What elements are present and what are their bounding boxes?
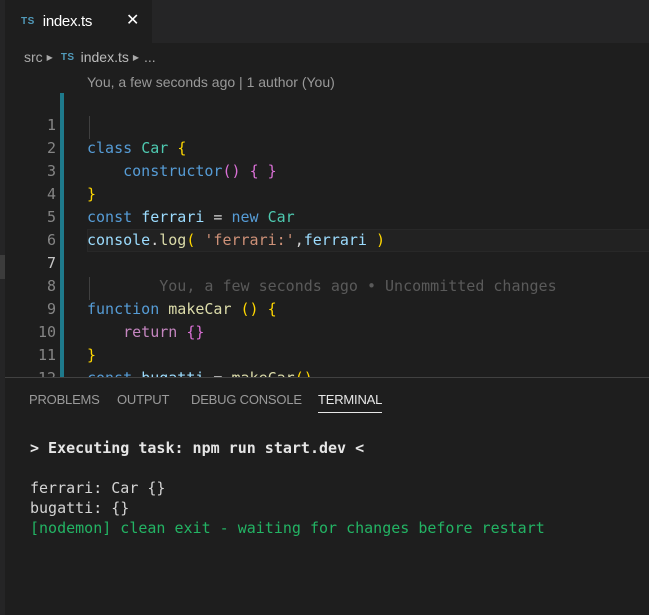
tab-debug-console[interactable]: DEBUG CONSOLE bbox=[191, 392, 302, 407]
code-line: 5 console.log( 'ferrari:',ferrari ) bbox=[5, 183, 649, 249]
chevron-right-icon: ▶ bbox=[132, 52, 140, 62]
code-line: 10 } bbox=[5, 298, 649, 364]
breadcrumb-file[interactable]: index.ts bbox=[81, 49, 129, 65]
bottom-panel: PROBLEMS OUTPUT DEBUG CONSOLE TERMINAL >… bbox=[5, 377, 649, 615]
codelens-blame[interactable]: You, a few seconds ago | 1 author (You) bbox=[87, 74, 335, 90]
code-line-current: 7 You, a few seconds ago • Uncommitted c… bbox=[5, 229, 649, 295]
breadcrumb-symbols[interactable]: ... bbox=[144, 49, 156, 65]
code-editor[interactable]: You, a few seconds ago | 1 author (You) … bbox=[5, 71, 649, 377]
tab-terminal-label: TERMINAL bbox=[318, 392, 383, 407]
tab-label: index.ts bbox=[42, 13, 93, 30]
code-line: 2 constructor() { } bbox=[5, 114, 649, 180]
code-line: 3 } bbox=[5, 137, 649, 203]
tab-output[interactable]: OUTPUT bbox=[117, 392, 169, 407]
terminal-output-line: bugatti: {} bbox=[30, 499, 130, 517]
code-line: 9 return {} bbox=[5, 275, 649, 341]
code-line: 12 console.log( 'bugatti:',bugatti ) bbox=[5, 344, 649, 377]
code-line: 11 const bugatti = makeCar() bbox=[5, 321, 649, 377]
typescript-file-icon: TS bbox=[21, 16, 35, 27]
code-line: 6 bbox=[5, 206, 649, 249]
terminal-task-line: > Executing task: npm run start.dev < bbox=[30, 439, 365, 457]
editor-tab-bar: TS index.ts ✕ bbox=[5, 0, 649, 43]
tab-index-ts[interactable]: TS index.ts ✕ bbox=[5, 0, 152, 43]
panel-tab-bar: PROBLEMS OUTPUT DEBUG CONSOLE TERMINAL bbox=[5, 378, 649, 422]
breadcrumb: src ▶ TS index.ts ▶ ... bbox=[5, 43, 649, 71]
typescript-file-icon: TS bbox=[60, 51, 75, 63]
code-line: 4 const ferrari = new Car bbox=[5, 160, 649, 226]
close-tab-icon[interactable]: ✕ bbox=[126, 12, 139, 30]
code-line: 1 class Car { bbox=[5, 91, 649, 157]
chevron-right-icon: ▶ bbox=[46, 52, 53, 62]
breadcrumb-folder[interactable]: src bbox=[24, 49, 43, 65]
active-tab-underline bbox=[318, 412, 383, 413]
terminal-nodemon-line: [nodemon] clean exit - waiting for chang… bbox=[30, 519, 545, 537]
terminal-output-line: ferrari: Car {} bbox=[30, 479, 166, 497]
code-line: 8 function makeCar () { bbox=[5, 252, 649, 318]
tab-problems[interactable]: PROBLEMS bbox=[29, 392, 100, 407]
code-line: 13 bbox=[5, 367, 649, 377]
tab-terminal[interactable]: TERMINAL bbox=[318, 392, 383, 413]
